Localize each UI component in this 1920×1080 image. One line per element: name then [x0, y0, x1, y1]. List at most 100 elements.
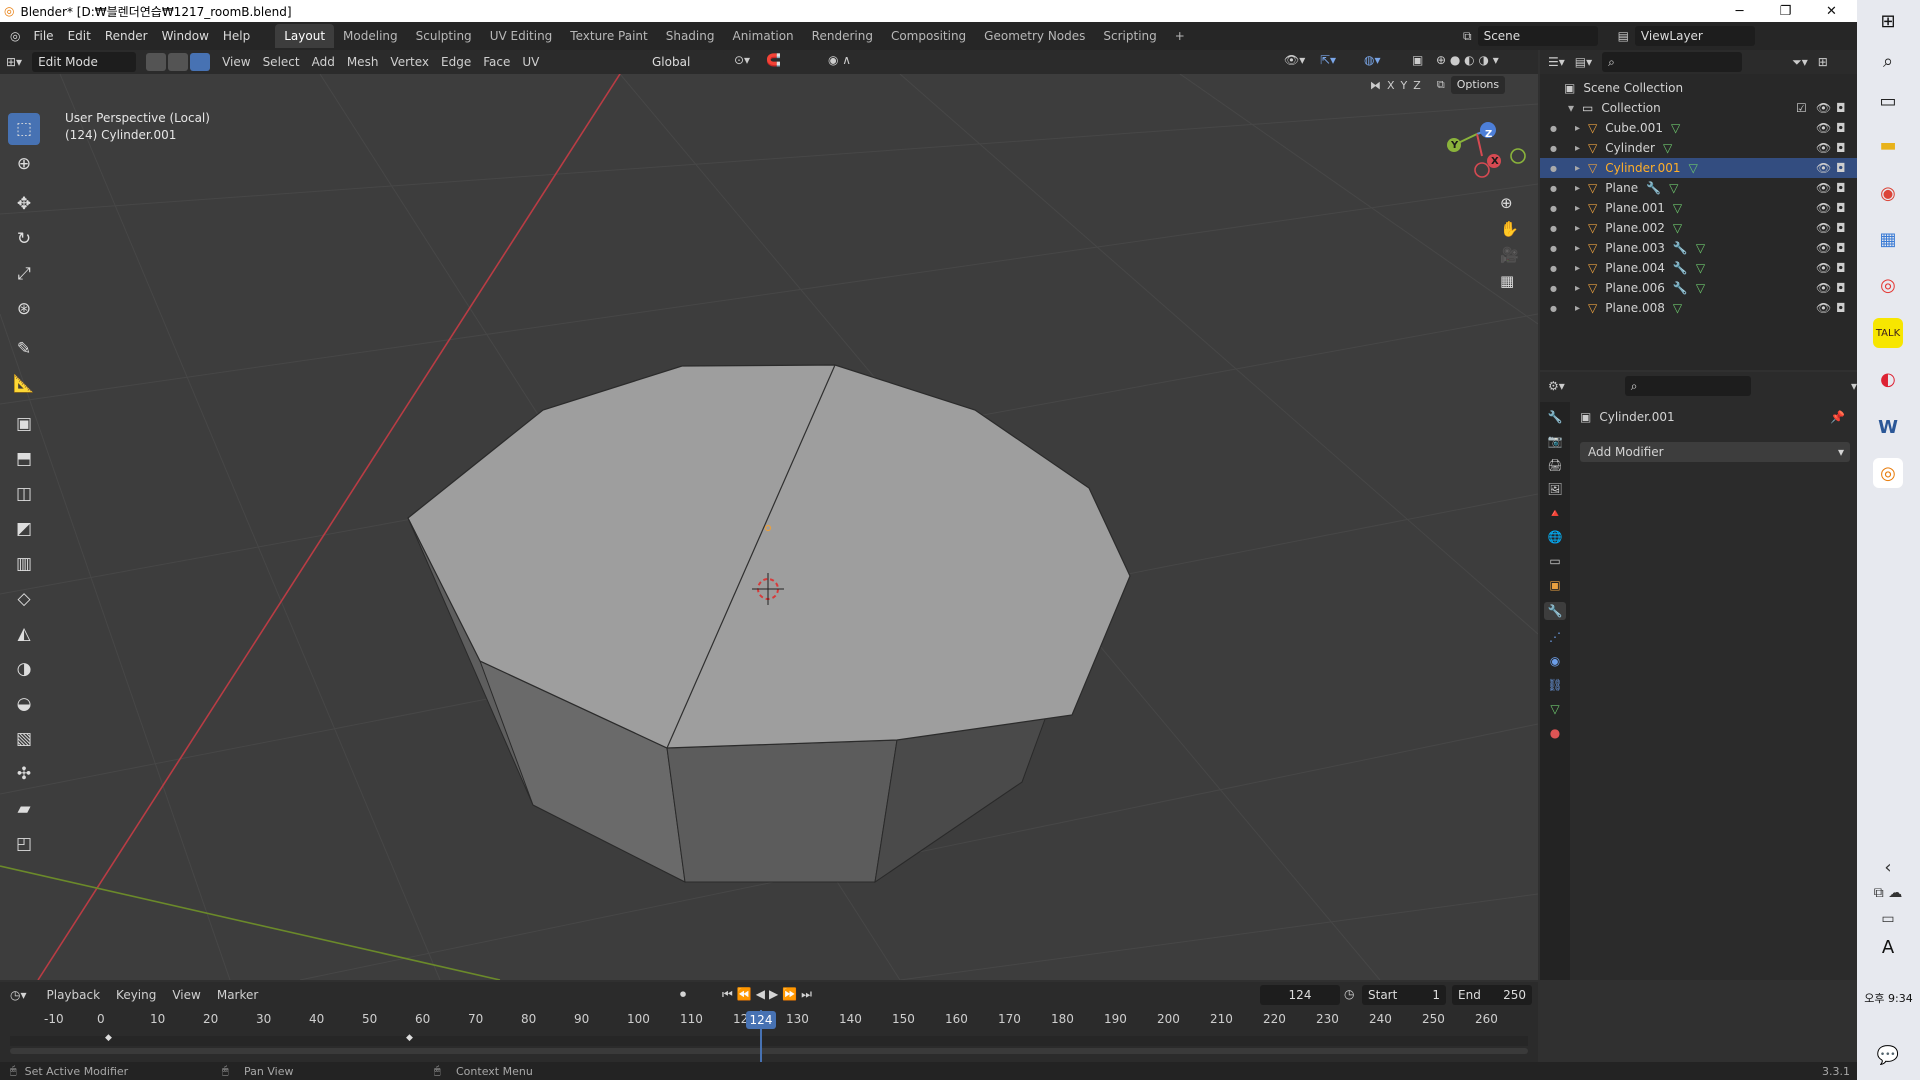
visibility-icon[interactable]: 👁▾ [1284, 53, 1305, 67]
xray-toggle-icon[interactable]: ▣ [1412, 53, 1423, 67]
modifier-wrench-icon[interactable]: 🔧 [1673, 261, 1688, 275]
physics-tab-icon[interactable]: ◉ [1550, 654, 1560, 668]
tab-layout[interactable]: Layout [275, 24, 335, 48]
transform-tool-icon[interactable]: ⊛ [8, 293, 40, 325]
render-tab-icon[interactable]: 📷 [1548, 434, 1563, 448]
timeline-editor-icon[interactable]: ◷▾ [10, 988, 27, 1002]
mirror-icon[interactable]: ⧓ [1370, 79, 1381, 92]
render-camera-icon[interactable]: ◘ [1836, 141, 1846, 155]
edge-slide-tool-icon[interactable]: ▧ [8, 723, 40, 755]
extrude-tool-icon[interactable]: ⬒ [8, 443, 40, 475]
rip-tool-icon[interactable]: ◰ [8, 828, 40, 860]
expand-arrow-icon[interactable]: ▸ [1575, 303, 1580, 314]
blender-taskbar-icon[interactable]: ◎ [1873, 458, 1903, 488]
outliner-object-row[interactable]: ● ▸ ▽ Plane 🔧 ▽ 👁 ◘ [1540, 178, 1857, 198]
record-icon[interactable]: ⏺ [680, 987, 686, 1002]
eye-icon[interactable]: 👁 [1816, 101, 1831, 115]
render-camera-icon[interactable]: ◘ [1836, 201, 1846, 215]
modifier-tab-icon[interactable]: 🔧 [1543, 602, 1567, 620]
mesh-data-icon[interactable]: ▽ [1696, 241, 1705, 255]
mode-selector[interactable]: Edit Mode [32, 52, 137, 72]
display-mode-icon[interactable]: ▤▾ [1575, 55, 1592, 69]
menu-keying[interactable]: Keying [110, 985, 162, 1005]
collection-tab-icon[interactable]: ▭ [1549, 554, 1560, 568]
menu-view[interactable]: View [216, 52, 256, 72]
expand-arrow-icon[interactable]: ▸ [1575, 243, 1580, 254]
input-language-label[interactable]: A [1873, 932, 1903, 962]
shrink-fatten-tool-icon[interactable]: ✣ [8, 758, 40, 790]
outliner-object-row[interactable]: ● ▸ ▽ Plane.002 ▽ 👁 ◘ [1540, 218, 1857, 238]
mesh-data-icon[interactable]: ▽ [1663, 141, 1672, 155]
outliner-object-row[interactable]: ● ▸ ▽ Plane.008 ▽ 👁 ◘ [1540, 298, 1857, 318]
timeline-scrollbar[interactable] [10, 1048, 1528, 1054]
loop-cut-tool-icon[interactable]: ▥ [8, 548, 40, 580]
blender-menu-icon[interactable]: ◎ [10, 29, 20, 43]
add-cube-tool-icon[interactable]: ▣ [8, 408, 40, 440]
menu-add[interactable]: Add [306, 52, 341, 72]
menu-playback[interactable]: Playback [41, 985, 107, 1005]
eye-icon[interactable]: 👁 [1816, 281, 1831, 295]
eye-icon[interactable]: 👁 [1816, 121, 1831, 135]
expand-arrow-icon[interactable]: ▸ [1575, 283, 1580, 294]
view-layer-tab-icon[interactable]: 🖼 [1547, 482, 1562, 496]
clock-label[interactable]: 오후 9:34 [1857, 990, 1920, 1006]
inset-tool-icon[interactable]: ◫ [8, 478, 40, 510]
select-box-tool-icon[interactable]: ⬚ [8, 113, 40, 145]
properties-editor-icon[interactable]: ⚙▾ [1548, 379, 1565, 393]
mesh-data-icon[interactable]: ▽ [1673, 301, 1682, 315]
expand-arrow-icon[interactable]: ▸ [1575, 223, 1580, 234]
keyframe-track[interactable]: ◆ ◆ [10, 1033, 1528, 1046]
measure-tool-icon[interactable]: 📐 [8, 368, 40, 400]
notification-icon[interactable]: 💬 [1873, 1040, 1903, 1070]
transform-orientation-selector[interactable]: Global [646, 52, 726, 72]
windows-start-icon[interactable]: ⊞ [1873, 6, 1903, 36]
proportional-edit-icon[interactable]: ◉ ∧ [828, 53, 851, 67]
expand-arrow-icon[interactable]: ▸ [1575, 203, 1580, 214]
face-select-icon[interactable] [190, 53, 211, 71]
object-tab-icon[interactable]: ▣ [1549, 578, 1560, 592]
render-camera-icon[interactable]: ◘ [1836, 101, 1846, 115]
minimize-button[interactable]: ─ [1717, 0, 1762, 22]
eye-icon[interactable]: 👁 [1816, 261, 1831, 275]
gizmo-toggle-icon[interactable]: ⇱▾ [1320, 53, 1336, 67]
outliner-object-row[interactable]: ● ▸ ▽ Cube.001 ▽ 👁 ◘ [1540, 118, 1857, 138]
new-collection-icon[interactable]: ⊞ [1818, 55, 1828, 69]
mesh-data-icon[interactable]: ▽ [1673, 221, 1682, 235]
spin-tool-icon[interactable]: ◑ [8, 653, 40, 685]
render-camera-icon[interactable]: ◘ [1836, 161, 1846, 175]
tab-geometry-nodes[interactable]: Geometry Nodes [975, 24, 1094, 48]
tool-tab-icon[interactable]: 🔧 [1548, 410, 1563, 424]
properties-search-input[interactable]: ⌕ [1624, 376, 1751, 396]
expand-arrow-icon[interactable]: ▸ [1575, 123, 1580, 134]
tab-scripting[interactable]: Scripting [1094, 24, 1165, 48]
outliner-search-input[interactable]: ⌕ [1602, 52, 1743, 72]
expand-arrow-icon[interactable]: ▸ [1575, 263, 1580, 274]
end-frame-field[interactable]: End 250 [1452, 985, 1532, 1005]
scene-selector[interactable]: Scene [1477, 26, 1598, 46]
tab-sculpting[interactable]: Sculpting [407, 24, 481, 48]
network-icon[interactable]: ▭ [1873, 904, 1903, 934]
calculator-icon[interactable]: ▦ [1873, 224, 1903, 254]
move-tool-icon[interactable]: ✥ [8, 188, 40, 220]
menu-edit[interactable]: Edit [61, 25, 98, 47]
tab-shading[interactable]: Shading [657, 24, 724, 48]
mesh-data-icon[interactable]: ▽ [1696, 261, 1705, 275]
tab-uv-editing[interactable]: UV Editing [481, 24, 562, 48]
mesh-data-icon[interactable]: ▽ [1669, 181, 1678, 195]
tab-animation[interactable]: Animation [723, 24, 802, 48]
menu-timeline-view[interactable]: View [166, 985, 206, 1005]
render-camera-icon[interactable]: ◘ [1836, 281, 1846, 295]
outliner-editor-icon[interactable]: ☰▾ [1548, 55, 1565, 69]
word-icon[interactable]: W [1873, 412, 1903, 442]
modifier-wrench-icon[interactable]: 🔧 [1646, 181, 1661, 195]
ortho-grid-icon[interactable]: ▦ [1500, 272, 1519, 290]
menu-file[interactable]: File [26, 25, 60, 47]
eye-icon[interactable]: 👁 [1816, 161, 1831, 175]
outliner-object-row[interactable]: ● ▸ ▽ Plane.004 🔧 ▽ 👁 ◘ [1540, 258, 1857, 278]
eye-icon[interactable]: 👁 [1816, 301, 1831, 315]
mirror-x-toggle[interactable]: X [1387, 79, 1395, 92]
bevel-tool-icon[interactable]: ◩ [8, 513, 40, 545]
close-button[interactable]: ✕ [1809, 0, 1854, 22]
playback-controls[interactable]: ⏮⏪◀▶⏩⏭ [722, 987, 816, 1002]
menu-mesh[interactable]: Mesh [341, 52, 385, 72]
